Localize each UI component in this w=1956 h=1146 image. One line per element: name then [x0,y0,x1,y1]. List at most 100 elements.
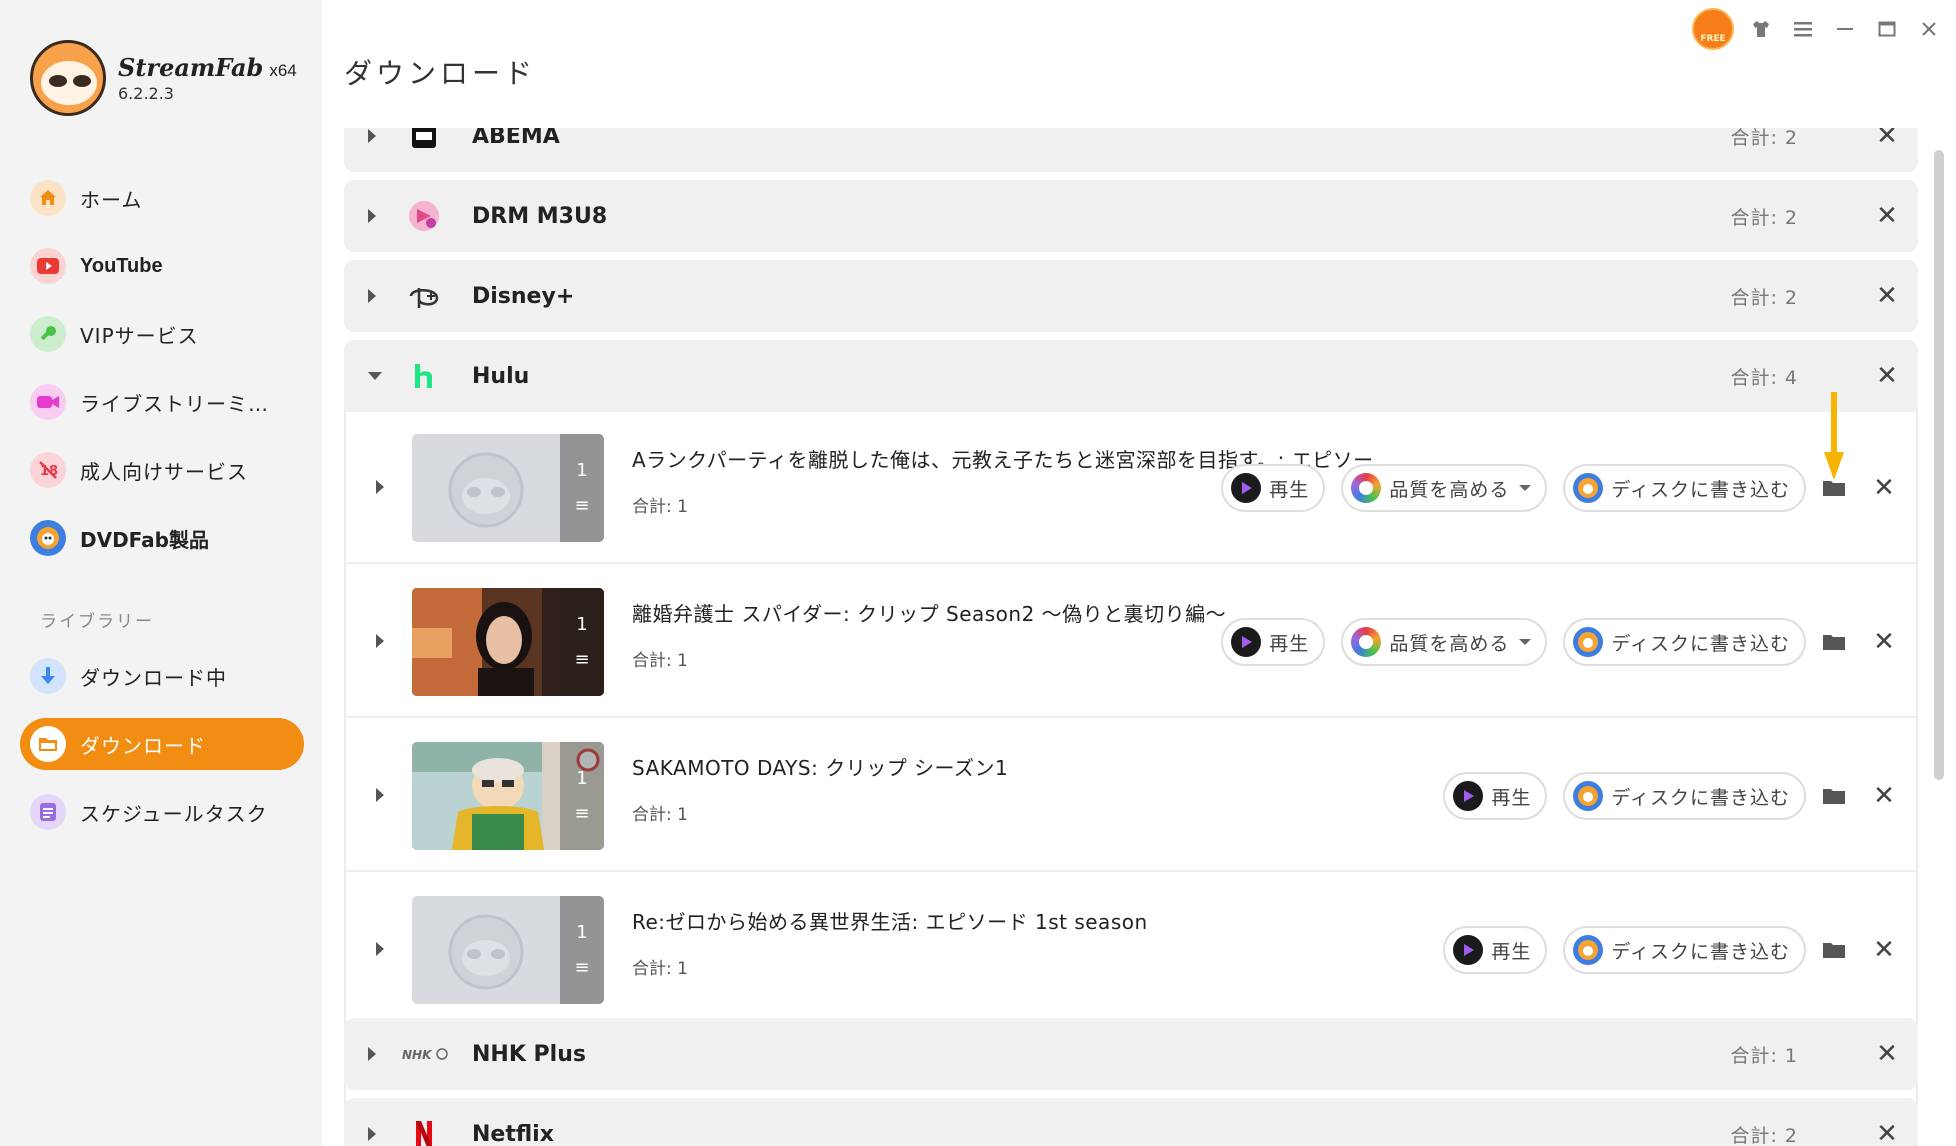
sidebar-item-label: スケジュールタスク [80,801,268,826]
sidebar-item-home[interactable]: ホーム [20,172,304,224]
list-item[interactable]: 1 ≡ Aランクパーティを離脱した俺は、元教え子たちと迷宮深部を目指す。: エピ… [346,412,1916,564]
group-nhk-plus[interactable]: NHK NHK Plus 合計: 1 ✕ [344,1018,1918,1090]
close-icon[interactable]: ✕ [1870,781,1898,811]
player-logo-icon [1453,935,1484,965]
list-icon: ≡ [574,957,590,978]
enhance-quality-button[interactable]: 品質を高める [1341,618,1548,666]
group-abema[interactable]: ABEMA 合計: 2 ✕ [344,128,1918,172]
sidebar-item-downloaded[interactable]: ダウンロード [20,718,304,770]
abema-logo-icon [406,128,442,154]
open-folder-icon[interactable] [1820,782,1848,810]
drm-m3u8-logo-icon [406,198,442,234]
expand-caret-icon[interactable] [368,1127,376,1141]
burn-disc-button[interactable]: ディスクに書き込む [1563,464,1806,512]
maximize-icon[interactable] [1872,14,1902,44]
thumb-count-panel: 1 ≡ [560,896,604,1004]
group-hulu[interactable]: Hulu 合計: 4 ✕ [344,340,1918,412]
close-icon[interactable]: ✕ [1872,201,1902,231]
close-icon[interactable]: ✕ [1872,1119,1902,1146]
sidebar-item-label: ライブストリーミ… [80,391,269,416]
library-title: ライブラリー [40,612,154,632]
burn-disc-button[interactable]: ディスクに書き込む [1563,926,1806,974]
sidebar-item-label: ダウンロード [80,733,206,758]
group-name: DRM M3U8 [472,203,608,229]
sidebar-item-adult[interactable]: 18 成人向けサービス [20,444,304,496]
group-drm-m3u8[interactable]: DRM M3U8 合計: 2 ✕ [344,180,1918,252]
dvdfab-icon [1573,781,1604,811]
sidebar-item-dvdfab[interactable]: DVDFab製品 [20,512,304,564]
sidebar-item-schedule[interactable]: スケジュールタスク [20,786,304,838]
close-icon[interactable]: ✕ [1870,627,1898,657]
free-gift-icon[interactable]: FREE [1692,8,1734,50]
list-icon: ≡ [574,495,590,516]
group-name: NHK Plus [472,1041,586,1067]
close-icon[interactable]: ✕ [1872,361,1902,391]
group-disney-plus[interactable]: Disney+ 合計: 2 ✕ [344,260,1918,332]
sidebar-item-downloading[interactable]: ダウンロード中 [20,650,304,702]
scrollbar[interactable] [1934,150,1944,780]
sidebar-item-vip[interactable]: VIPサービス [20,308,304,360]
group-total: 合計: 4 [1730,366,1798,389]
expand-caret-icon[interactable] [368,289,376,303]
burn-disc-button[interactable]: ディスクに書き込む [1563,772,1806,820]
thumb-count-panel: 1 ≡ [560,588,604,696]
app-version: 6.2.2.3 [118,84,174,103]
list-item[interactable]: 1 ≡ SAKAMOTO DAYS: クリップ シーズン1 合計: 1 再生 デ… [346,720,1916,872]
dvdfab-icon [1573,627,1604,657]
app-arch: x64 [269,61,297,80]
sidebar-item-youtube[interactable]: YouTube [20,240,304,292]
close-window-icon[interactable] [1914,14,1944,44]
expand-caret-icon[interactable] [368,129,376,143]
menu-icon[interactable] [1788,14,1818,44]
item-actions: 再生 品質を高める ディスクに書き込む ✕ [1205,618,1898,666]
expand-caret-icon[interactable] [376,788,384,802]
group-name: ABEMA [472,128,560,149]
play-button[interactable]: 再生 [1443,926,1548,974]
skin-shirt-icon[interactable] [1746,14,1776,44]
burn-label: ディスクに書き込む [1611,478,1790,501]
svg-text:NHK: NHK [402,1048,433,1062]
window-controls: FREE [1692,8,1944,50]
minimize-icon[interactable] [1830,14,1860,44]
expand-caret-icon[interactable] [368,1047,376,1061]
sidebar-item-label: YouTube [80,254,163,277]
schedule-list-icon [30,794,66,830]
close-icon[interactable]: ✕ [1872,128,1902,151]
dvdfab-icon [1573,935,1604,965]
open-folder-icon[interactable] [1820,936,1848,964]
play-button[interactable]: 再生 [1221,618,1326,666]
list-icon: ≡ [574,803,590,824]
close-icon[interactable]: ✕ [1872,1039,1902,1069]
burn-label: ディスクに書き込む [1611,632,1790,655]
expand-caret-icon[interactable] [376,634,384,648]
dvdfab-icon [1573,473,1604,503]
list-item[interactable]: 1 ≡ Re:ゼロから始める異世界生活: エピソード 1st season 合計… [346,874,1916,1026]
expand-caret-icon[interactable] [376,480,384,494]
item-total: 合計: 1 [632,497,688,517]
open-folder-icon[interactable] [1820,628,1848,656]
item-total: 合計: 1 [632,651,688,671]
page-title: ダウンロード [344,57,537,90]
sidebar-item-live-streaming[interactable]: ライブストリーミ… [20,376,304,428]
expand-caret-icon[interactable] [376,942,384,956]
item-count: 1 [576,460,588,481]
enhance-quality-button[interactable]: 品質を高める [1341,464,1548,512]
sidebar-item-label: ダウンロード中 [80,665,227,690]
expand-caret-icon[interactable] [368,209,376,223]
close-icon[interactable]: ✕ [1870,935,1898,965]
group-name: Disney+ [472,283,575,309]
thumb-count-panel: 1 ≡ [560,742,604,850]
list-item[interactable]: 1 ≡ 離婚弁護士 スパイダー: クリップ Season2 〜偽りと裏切り編〜 … [346,566,1916,718]
free-badge-label: FREE [1700,34,1726,44]
play-button[interactable]: 再生 [1221,464,1326,512]
home-icon [30,180,66,216]
play-button[interactable]: 再生 [1443,772,1548,820]
thumbnail-placeholder: 1 ≡ [412,896,604,1004]
close-icon[interactable]: ✕ [1870,473,1898,503]
play-label: 再生 [1269,478,1310,501]
group-netflix[interactable]: Netflix 合計: 2 ✕ [344,1098,1918,1146]
collapse-caret-icon[interactable] [368,372,382,380]
close-icon[interactable]: ✕ [1872,281,1902,311]
burn-disc-button[interactable]: ディスクに書き込む [1563,618,1806,666]
item-title: Re:ゼロから始める異世界生活: エピソード 1st season [632,910,1148,934]
